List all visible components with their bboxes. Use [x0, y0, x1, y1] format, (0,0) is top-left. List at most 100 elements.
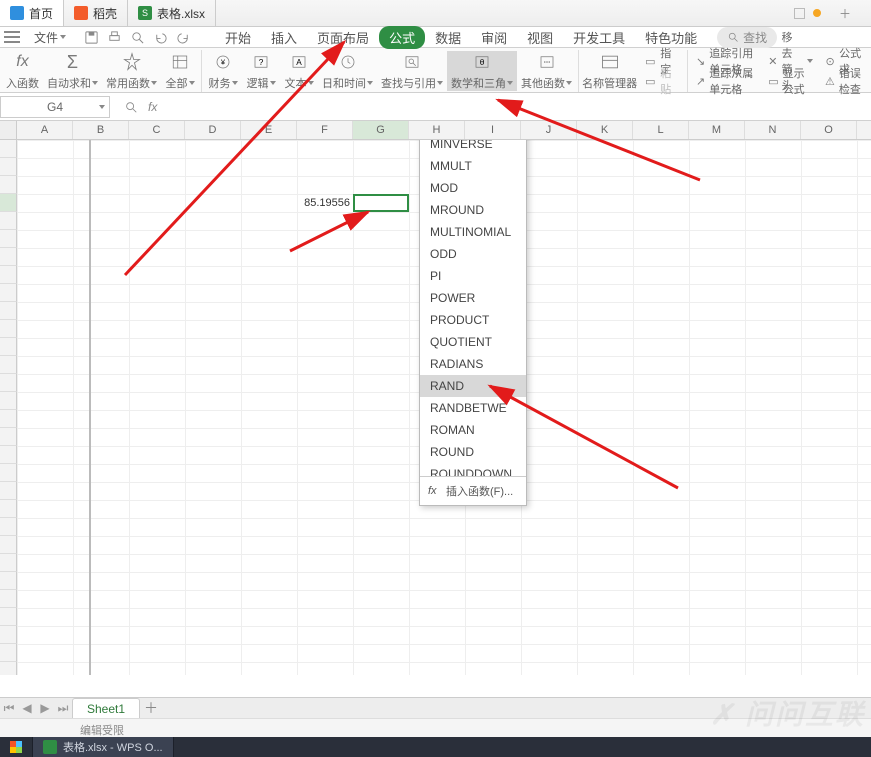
row-header[interactable] [0, 356, 17, 374]
sheet-nav-first[interactable]: ⏮ [0, 701, 18, 716]
function-item[interactable]: RAND [420, 375, 526, 397]
taskbar-app[interactable]: 表格.xlsx - WPS O... [33, 737, 174, 757]
function-item[interactable]: PRODUCT [420, 309, 526, 331]
function-item[interactable]: MMULT [420, 155, 526, 177]
row-header[interactable] [0, 554, 17, 572]
insert-function-footer[interactable]: fx 插入函数(F)... [420, 476, 526, 505]
row-header[interactable] [0, 662, 17, 675]
function-item[interactable]: MULTINOMIAL [420, 221, 526, 243]
col-header[interactable]: M [689, 121, 745, 139]
row-header[interactable] [0, 302, 17, 320]
col-header[interactable]: N [745, 121, 801, 139]
logic-button[interactable]: ? 逻辑 [242, 51, 280, 91]
active-cell[interactable] [353, 194, 409, 212]
col-header[interactable]: E [241, 121, 297, 139]
function-item[interactable]: ROUNDDOWN [420, 463, 526, 476]
tab-layout[interactable]: 页面布局 [307, 25, 379, 50]
function-list[interactable]: MAXIFSMDETERMMINIFSMINVERSEMMULTMODMROUN… [420, 140, 526, 476]
show-formulas-button[interactable]: ▭ 显示公式 [762, 71, 819, 91]
function-item[interactable]: RADIANS [420, 353, 526, 375]
function-item[interactable]: MOD [420, 177, 526, 199]
function-item[interactable]: ROMAN [420, 419, 526, 441]
trace-dependents-button[interactable]: ↗ 追踪从属单元格 [690, 71, 762, 91]
row-header[interactable] [0, 608, 17, 626]
tab-start[interactable]: 开始 [215, 25, 261, 50]
row-header[interactable] [0, 410, 17, 428]
save-icon[interactable] [84, 30, 99, 45]
error-check-button[interactable]: ⚠ 错误检查 [819, 71, 869, 91]
tab-review[interactable]: 审阅 [471, 25, 517, 50]
recent-functions-button[interactable]: 常用函数 [102, 51, 161, 91]
function-item[interactable]: MROUND [420, 199, 526, 221]
row-header[interactable] [0, 284, 17, 302]
undo-icon[interactable] [153, 30, 168, 45]
row-header[interactable] [0, 176, 17, 194]
col-header[interactable]: J [521, 121, 577, 139]
sheet-nav-prev[interactable]: ◀ [18, 701, 36, 715]
function-item[interactable]: MINVERSE [420, 140, 526, 155]
start-button[interactable] [0, 737, 33, 757]
row-header[interactable] [0, 626, 17, 644]
row-header[interactable] [0, 158, 17, 176]
tab-view[interactable]: 视图 [517, 25, 563, 50]
row-header[interactable] [0, 428, 17, 446]
row-header[interactable] [0, 536, 17, 554]
tab-developer[interactable]: 开发工具 [563, 25, 635, 50]
lookup-button[interactable]: 查找与引用 [377, 51, 447, 91]
row-header[interactable] [0, 212, 17, 230]
row-header[interactable] [0, 140, 17, 158]
name-manager-button[interactable]: 名称管理器 [581, 51, 638, 91]
file-menu[interactable]: 文件 [28, 29, 72, 46]
col-header[interactable]: I [465, 121, 521, 139]
function-item[interactable]: POWER [420, 287, 526, 309]
autosum-button[interactable]: Σ 自动求和 [43, 51, 102, 91]
function-item[interactable]: RANDBETWE [420, 397, 526, 419]
redo-icon[interactable] [176, 30, 191, 45]
function-item[interactable]: ROUND [420, 441, 526, 463]
row-header[interactable] [0, 230, 17, 248]
col-header[interactable]: L [633, 121, 689, 139]
name-box[interactable]: G4 [0, 96, 110, 118]
add-sheet-button[interactable]: ＋ [140, 698, 162, 718]
text-button[interactable]: A 文本 [280, 51, 318, 91]
tab-home[interactable]: 首页 [0, 0, 64, 26]
fx-icon[interactable]: fx [148, 100, 157, 114]
row-header[interactable] [0, 644, 17, 662]
col-header[interactable]: D [185, 121, 241, 139]
spreadsheet-grid[interactable]: 85.19556 MAXIFSMDETERMMINIFSMINVERSEMMUL… [0, 140, 871, 675]
row-header[interactable] [0, 194, 17, 212]
finance-button[interactable]: ¥ 财务 [204, 51, 242, 91]
new-tab-button[interactable]: ＋ [829, 5, 861, 22]
preview-icon[interactable] [130, 30, 145, 45]
col-header[interactable]: O [801, 121, 857, 139]
col-header[interactable]: H [409, 121, 465, 139]
function-item[interactable]: PI [420, 265, 526, 287]
row-header[interactable] [0, 590, 17, 608]
row-header[interactable] [0, 392, 17, 410]
row-header[interactable] [0, 248, 17, 266]
col-header[interactable]: A [17, 121, 73, 139]
other-functions-button[interactable]: 其他函数 [517, 51, 576, 91]
hamburger-icon[interactable] [4, 31, 20, 43]
row-header[interactable] [0, 482, 17, 500]
col-header[interactable]: C [129, 121, 185, 139]
sheet-tab[interactable]: Sheet1 [72, 698, 140, 719]
function-item[interactable]: QUOTIENT [420, 331, 526, 353]
tab-data[interactable]: 数据 [425, 25, 471, 50]
row-header[interactable] [0, 266, 17, 284]
row-header[interactable] [0, 518, 17, 536]
select-all-corner[interactable] [0, 121, 17, 139]
row-header[interactable] [0, 446, 17, 464]
insert-function-button[interactable]: fx 入函数 [2, 51, 43, 91]
restore-icon[interactable] [794, 8, 805, 19]
math-trig-button[interactable]: θ 数学和三角 [447, 51, 517, 91]
row-header[interactable] [0, 320, 17, 338]
row-header[interactable] [0, 572, 17, 590]
row-header[interactable] [0, 464, 17, 482]
datetime-button[interactable]: 日和时间 [318, 51, 377, 91]
row-header[interactable] [0, 338, 17, 356]
cancel-icon[interactable] [124, 100, 138, 114]
col-header[interactable]: F [297, 121, 353, 139]
row-header[interactable] [0, 500, 17, 518]
tab-docer[interactable]: 稻壳 [64, 0, 128, 26]
